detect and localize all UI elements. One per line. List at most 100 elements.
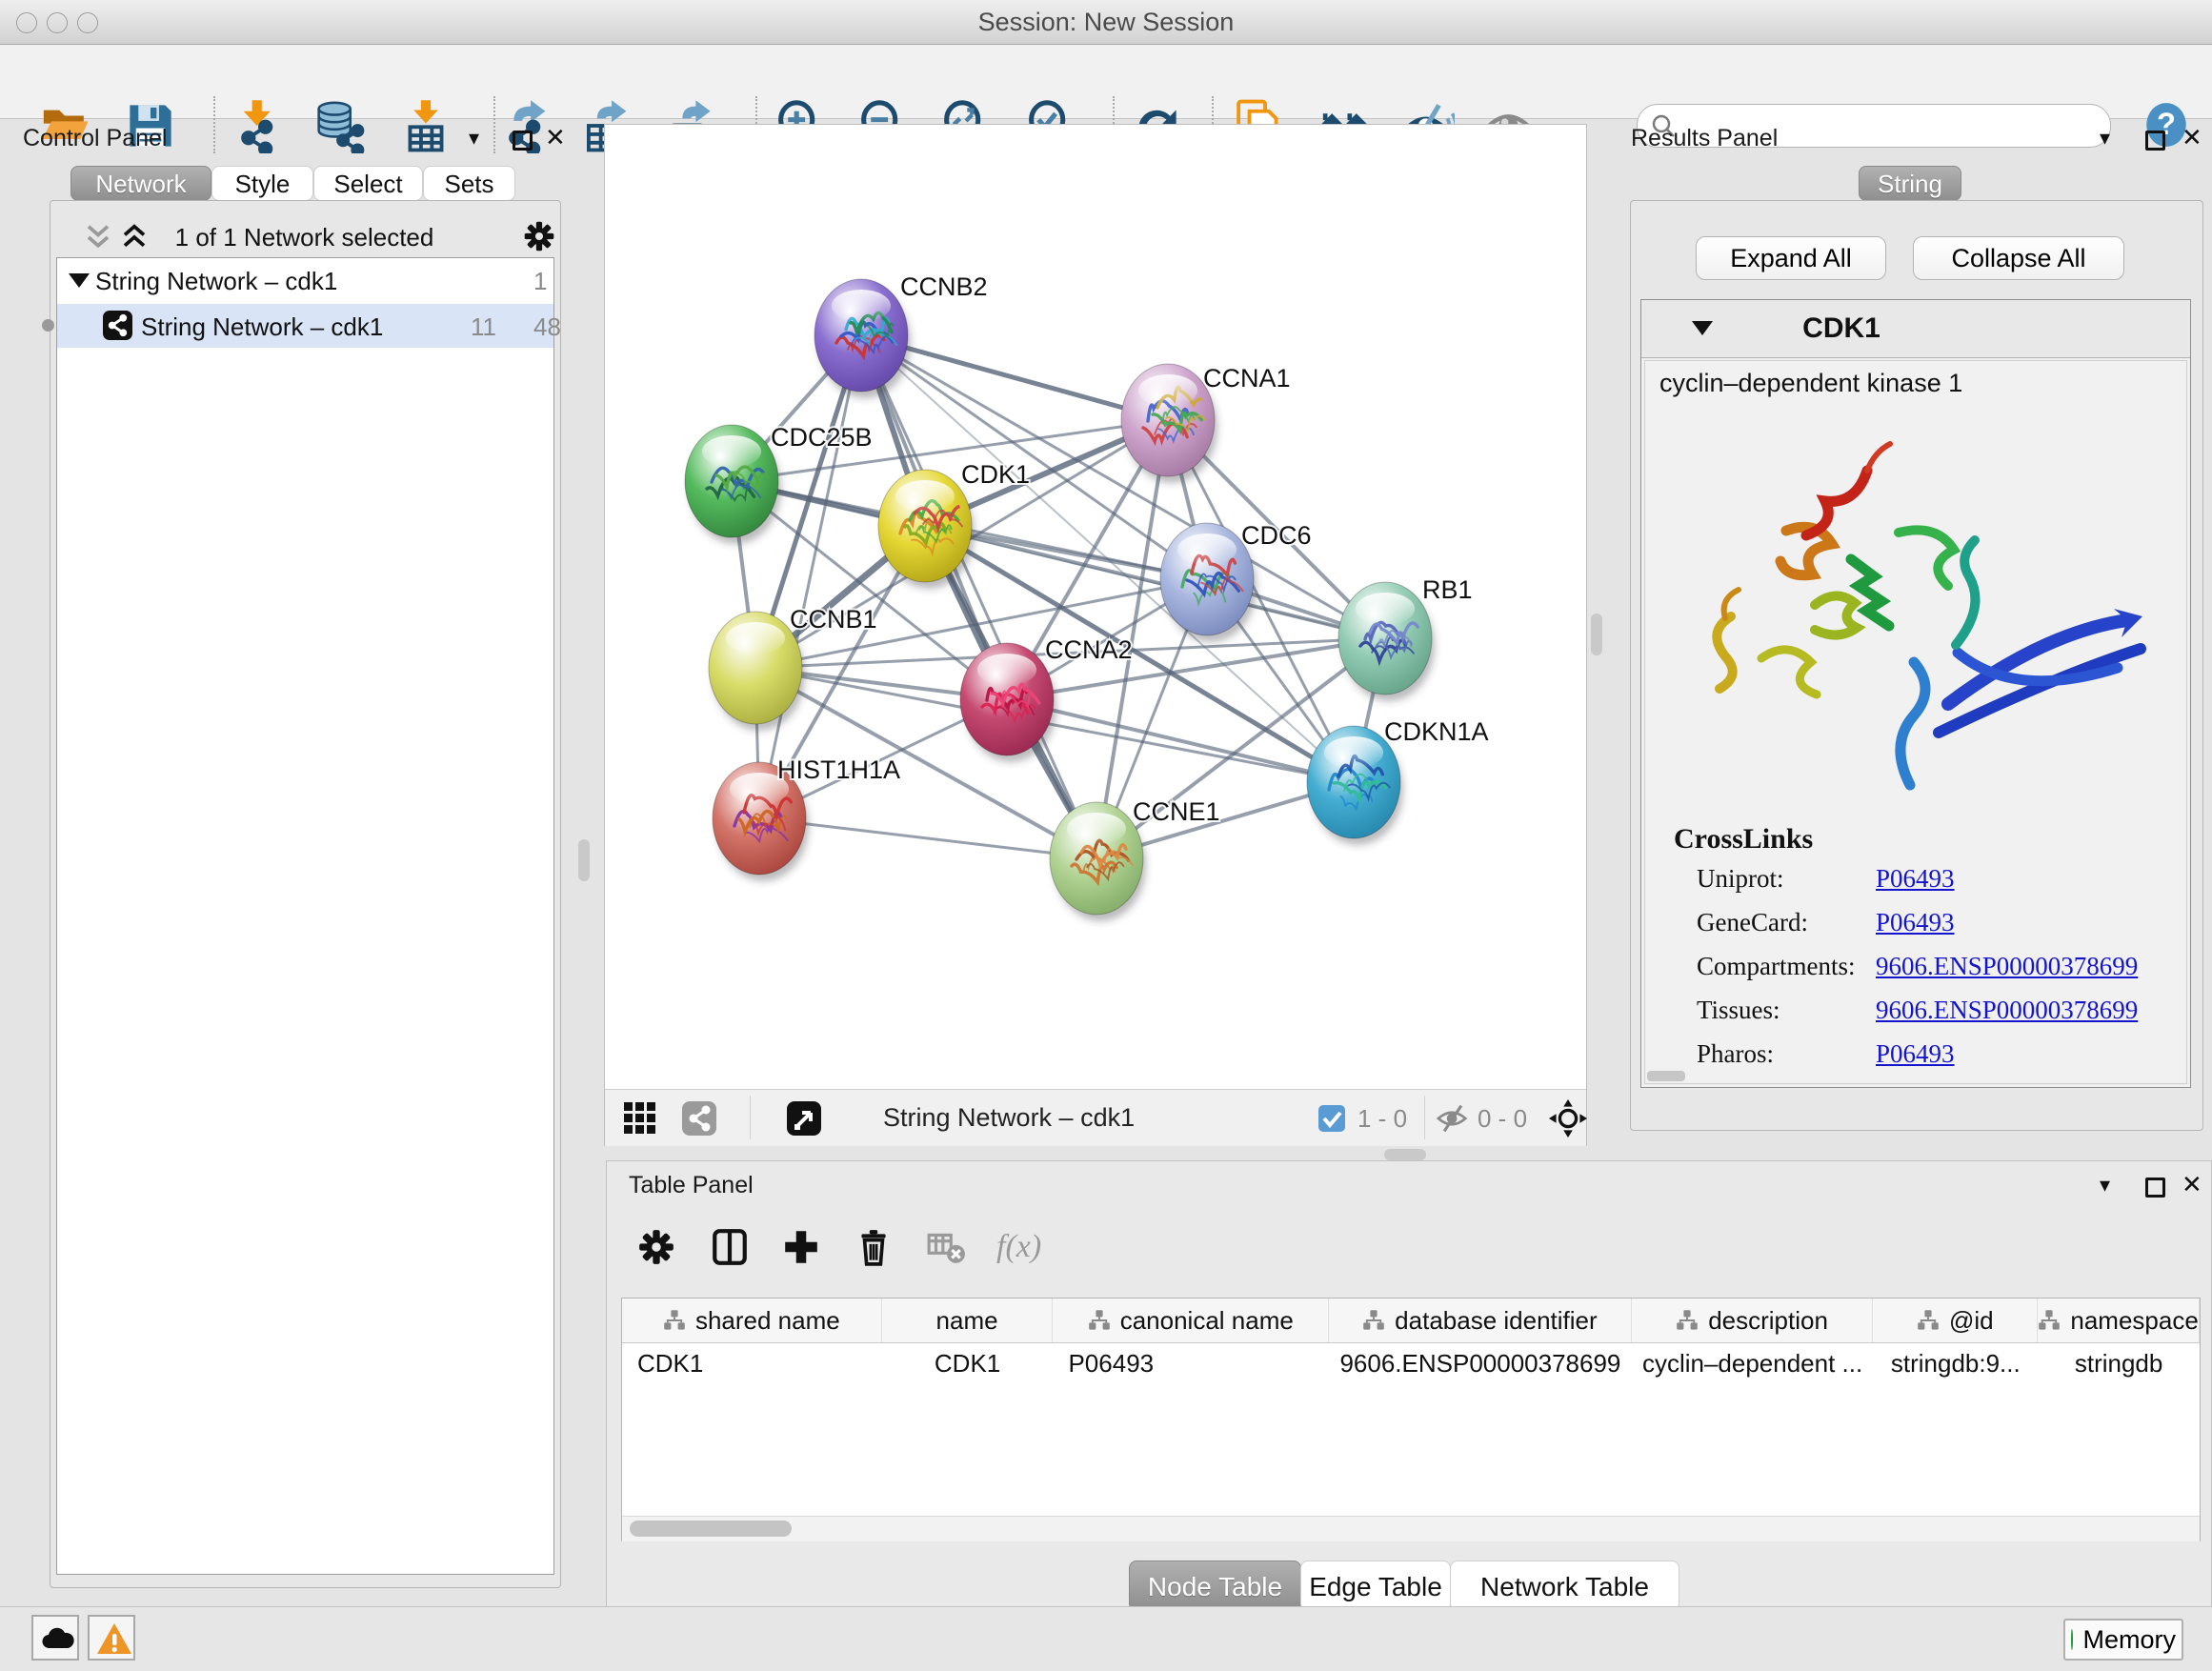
tab-string[interactable]: String (1859, 166, 1961, 201)
toolbar-separator (213, 96, 215, 153)
table-panel-float-button[interactable] (2145, 1178, 2165, 1198)
network-node-ccna2[interactable]: CCNA2 (960, 635, 1133, 762)
network-node-rb1[interactable]: RB1 (1338, 575, 1473, 701)
crosslink-link[interactable]: 9606.ENSP00000378699 (1876, 996, 2138, 1025)
table-cell[interactable]: stringdb (2038, 1342, 2200, 1384)
table-cell[interactable]: cyclin–dependent ... (1632, 1342, 1874, 1384)
column-header-canonical-name[interactable]: canonical name (1053, 1299, 1329, 1342)
table-panel-close-button[interactable]: ✕ (2182, 1173, 2202, 1196)
results-scrollbar-nub[interactable] (1647, 1071, 1685, 1081)
network-selection-status: 1 of 1 Network selected (50, 223, 559, 252)
network-node-cdk1[interactable]: CDK1 (878, 460, 1030, 589)
crosslink-label: Uniprot: (1697, 864, 1784, 893)
tab-node-table[interactable]: Node Table (1129, 1560, 1301, 1611)
network-node-cdc25b[interactable]: CDC25B (685, 423, 873, 544)
network-collection-row[interactable]: String Network – cdk1 1 (57, 258, 553, 304)
tab-style[interactable]: Style (211, 166, 313, 201)
network-row-selected[interactable]: String Network – cdk1 11 48 (57, 304, 553, 348)
node-label: CCNA1 (1203, 364, 1291, 393)
tab-select[interactable]: Select (313, 166, 423, 201)
table-cell[interactable]: CDK1 (882, 1342, 1054, 1384)
delete-table-icon[interactable] (926, 1227, 966, 1267)
crosslink-label: Compartments: (1697, 952, 1855, 980)
node-label: CCNB2 (900, 272, 988, 301)
table-options-gear-icon[interactable] (636, 1227, 676, 1267)
string-results-card: CDK1 cyclin–dependent kinase 1 (1640, 299, 2191, 1088)
table-horizontal-scrollbar[interactable] (622, 1516, 2200, 1541)
control-panel-close-button[interactable]: ✕ (545, 126, 566, 149)
crosslink-link[interactable]: P06493 (1876, 1039, 1955, 1069)
results-panel-menu-caret[interactable]: ▾ (2100, 128, 2110, 149)
column-label: database identifier (1395, 1306, 1597, 1336)
tab-network[interactable]: Network (70, 166, 211, 201)
network-options-gear-icon[interactable] (522, 219, 556, 253)
protein-name: CDK1 (1641, 312, 2041, 345)
table-cell[interactable]: stringdb:9... (1873, 1342, 2038, 1384)
right-divider-grip[interactable] (1591, 614, 1602, 655)
collapse-all-button[interactable]: Collapse All (1913, 236, 2124, 280)
node-label: RB1 (1422, 575, 1473, 604)
column-header-name[interactable]: name (882, 1299, 1054, 1342)
protein-card-header[interactable]: CDK1 (1641, 300, 2190, 358)
column-header-namespace[interactable]: namespace (2038, 1299, 2200, 1342)
toolbar-separator (1424, 1096, 1425, 1139)
birds-eye-view-icon[interactable] (786, 1100, 822, 1137)
scrollbar-thumb[interactable] (630, 1520, 792, 1537)
expand-all-button[interactable]: Expand All (1696, 236, 1886, 280)
control-panel-float-button[interactable] (513, 131, 533, 151)
string-style-icon[interactable] (681, 1100, 717, 1137)
network-node-hist1h1a[interactable]: HIST1H1A (713, 755, 900, 881)
network-node-ccne1[interactable]: CCNE1 (1050, 797, 1220, 921)
crosslink-row: GeneCard:P06493 (1697, 908, 2173, 937)
table-cell[interactable]: CDK1 (622, 1342, 882, 1384)
results-panel-float-button[interactable] (2145, 131, 2165, 151)
add-column-icon[interactable] (781, 1227, 821, 1267)
warning-icon (95, 1621, 133, 1657)
results-panel-close-button[interactable]: ✕ (2182, 126, 2202, 149)
column-header-database-identifier[interactable]: database identifier (1329, 1299, 1632, 1342)
network-node-cdkn1a[interactable]: CDKN1A (1307, 717, 1489, 845)
table-header-row: shared namenamecanonical name database id… (622, 1299, 2200, 1343)
node-label: CDC6 (1241, 521, 1312, 550)
show-columns-icon[interactable] (710, 1227, 750, 1267)
warnings-button[interactable] (88, 1615, 135, 1661)
network-node-ccnb2[interactable]: CCNB2 (814, 272, 988, 398)
column-header-shared-name[interactable]: shared name (622, 1299, 882, 1342)
node-label: CDC25B (771, 423, 873, 452)
table-cell[interactable]: P06493 (1053, 1342, 1329, 1384)
hidden-eye-slash-icon[interactable] (1436, 1103, 1470, 1134)
function-builder-button[interactable]: f(x) (996, 1229, 1041, 1265)
toolbar-separator (750, 1096, 751, 1139)
collection-expand-icon[interactable] (69, 273, 90, 288)
cloud-status-button[interactable] (31, 1615, 79, 1661)
import-table-button[interactable] (397, 96, 454, 155)
network-node-ccnb1[interactable]: CCNB1 (709, 605, 877, 731)
column-header-description[interactable]: description (1632, 1299, 1874, 1342)
crosslink-link[interactable]: P06493 (1876, 864, 1955, 894)
network-canvas[interactable]: CCNB2 CCNA1 CDC25BCDK1 CDC6 RB1 CCNB1 CCNA2 CDK… (605, 125, 1586, 1089)
tab-edge-table[interactable]: Edge Table (1300, 1560, 1451, 1611)
table-cell[interactable]: 9606.ENSP00000378699 (1329, 1342, 1632, 1384)
pan-crosshair-icon[interactable] (1548, 1098, 1588, 1138)
import-network-button[interactable] (230, 96, 287, 155)
grid-view-icon[interactable] (622, 1100, 658, 1137)
table-panel-menu-caret[interactable]: ▾ (2100, 1175, 2110, 1196)
bottom-divider-grip[interactable] (1384, 1149, 1426, 1160)
network-edge[interactable] (759, 818, 1096, 858)
control-panel-menu-caret[interactable]: ▾ (469, 128, 479, 149)
tab-network-table[interactable]: Network Table (1450, 1560, 1679, 1611)
memory-button[interactable]: Memory (2063, 1619, 2183, 1661)
network-edge[interactable] (759, 335, 861, 818)
column-header-id[interactable]: @id (1873, 1299, 2038, 1342)
selected-checkbox-icon[interactable] (1317, 1104, 1346, 1133)
table-row[interactable]: CDK1CDK1P064939606.ENSP00000378699cyclin… (622, 1342, 2200, 1384)
crosslink-row: Tissues:9606.ENSP00000378699 (1697, 996, 2173, 1025)
network-label: String Network – cdk1 (141, 312, 383, 342)
tab-sets[interactable]: Sets (423, 166, 515, 201)
crosslink-link[interactable]: 9606.ENSP00000378699 (1876, 952, 2138, 981)
left-divider-grip[interactable] (578, 839, 590, 881)
crosslink-link[interactable]: P06493 (1876, 908, 1955, 937)
import-network-from-database-button[interactable] (310, 96, 367, 155)
delete-column-icon[interactable] (854, 1227, 894, 1267)
network-node-ccna1[interactable]: CCNA1 (1121, 364, 1291, 483)
